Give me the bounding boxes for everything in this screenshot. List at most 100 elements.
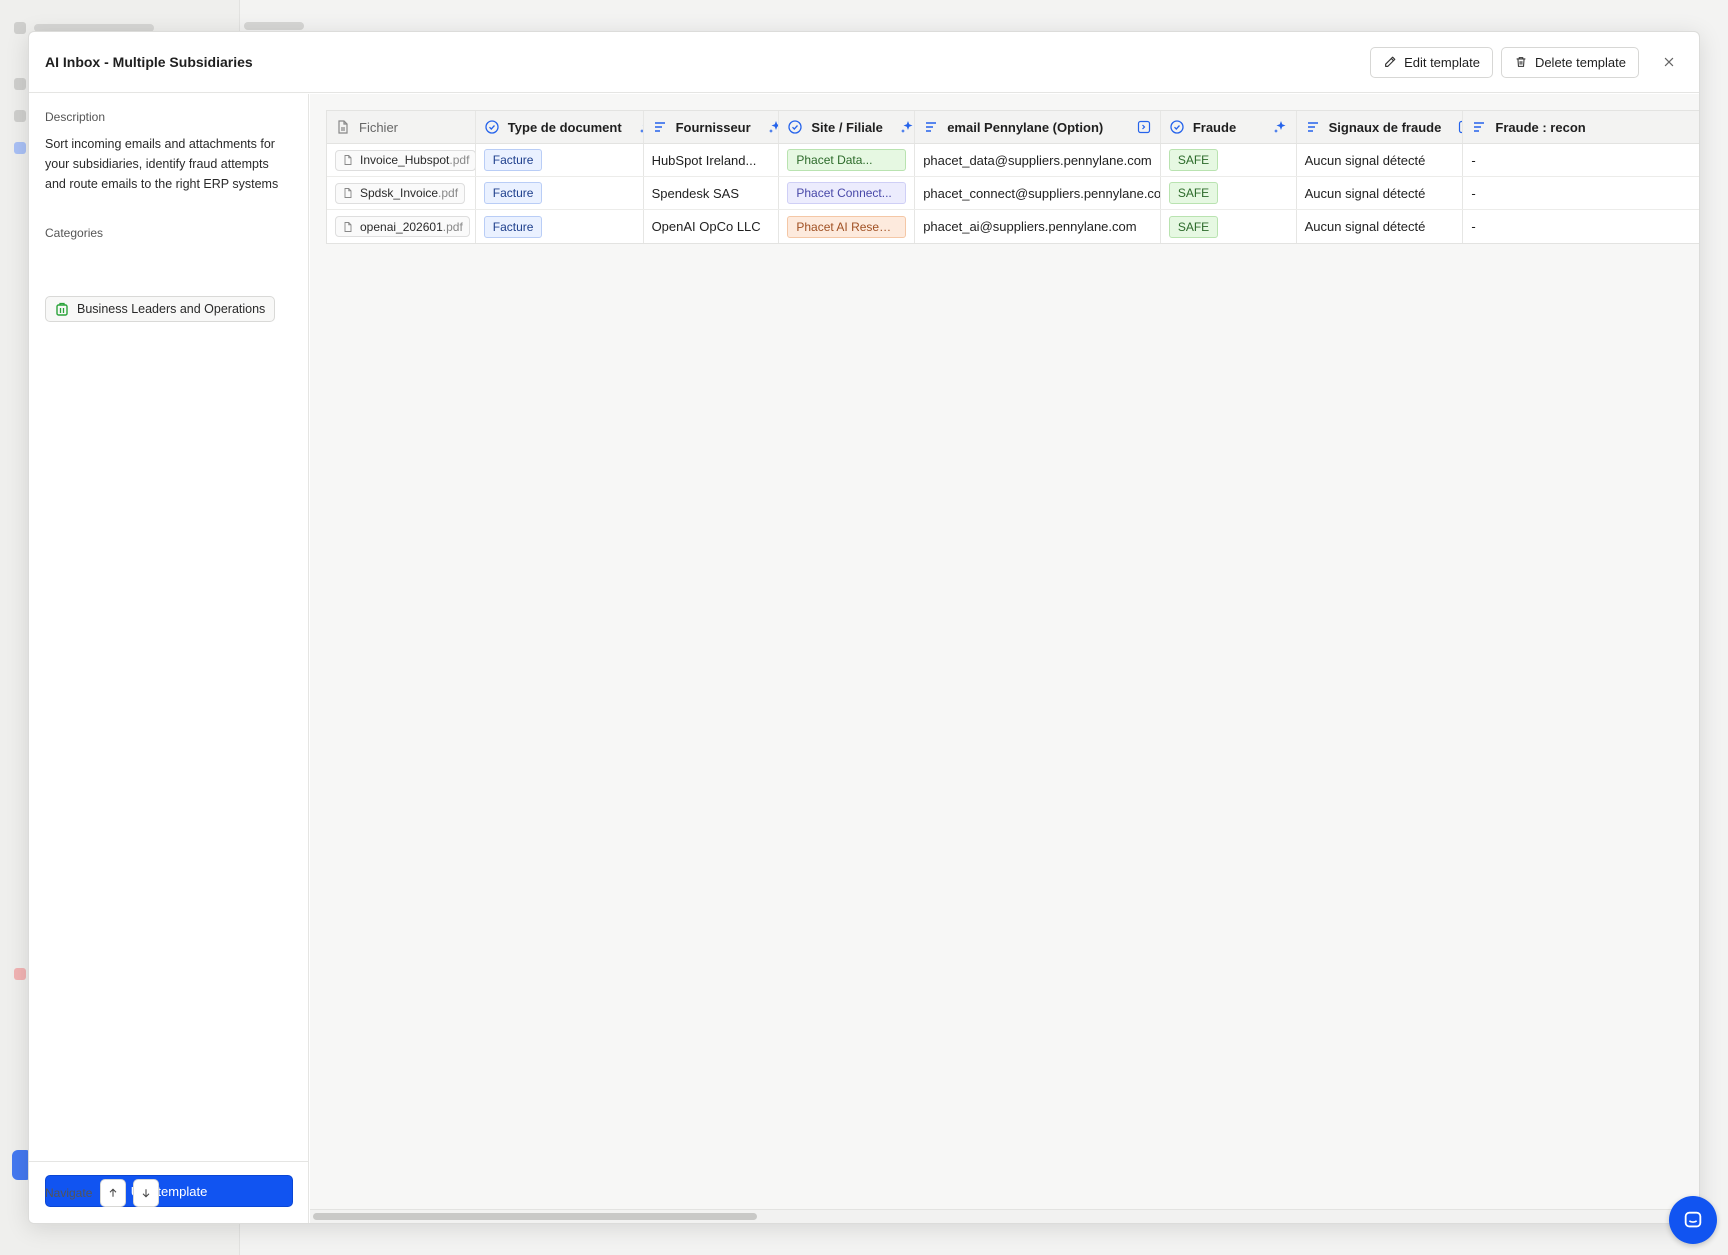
modal-title: AI Inbox - Multiple Subsidiaries xyxy=(45,54,253,70)
cell-recon: - xyxy=(1471,219,1476,234)
column-header-fichier[interactable]: Fichier xyxy=(327,111,476,143)
document-type-badge: Facture xyxy=(483,149,543,171)
cell-file: Spdsk_Invoice.pdf xyxy=(327,177,476,209)
modal-header: AI Inbox - Multiple Subsidiaries Edit te… xyxy=(29,32,1699,93)
sparkle-icon[interactable] xyxy=(1272,119,1288,135)
edit-template-button[interactable]: Edit template xyxy=(1370,46,1493,78)
cell-fraud: SAFE xyxy=(1161,144,1297,176)
fraud-status-badge: SAFE xyxy=(1168,215,1219,238)
column-label: Fraude : recon xyxy=(1495,119,1586,135)
check-circle-icon xyxy=(485,120,499,134)
column-header-email-pennylane[interactable]: email Pennylane (Option) xyxy=(915,111,1161,143)
close-icon xyxy=(1664,57,1674,67)
site-badge: Phacet AI Research... xyxy=(787,215,907,238)
file-icon xyxy=(344,155,352,165)
category-chip: Business Leaders and Operations xyxy=(45,296,276,322)
site-label: Phacet AI Research... xyxy=(796,219,897,234)
cell-supplier: HubSpot Ireland... xyxy=(644,144,780,176)
cell-type: Facture xyxy=(476,177,644,209)
column-header-fournisseur[interactable]: Fournisseur xyxy=(644,111,780,143)
background-line xyxy=(244,22,304,30)
sparkle-icon[interactable] xyxy=(767,119,780,135)
cell-signals: Aucun signal détecté xyxy=(1297,177,1464,209)
delete-template-button[interactable]: Delete template xyxy=(1500,46,1639,78)
header-actions: Edit template Delete template xyxy=(1370,46,1683,78)
text-lines-icon xyxy=(654,122,665,132)
text-lines-icon xyxy=(1307,122,1318,132)
cell-email: phacet_data@suppliers.pennylane.com xyxy=(915,144,1161,176)
file-icon xyxy=(344,188,352,198)
fraud-status-badge: SAFE xyxy=(1168,149,1219,171)
file-chip[interactable]: openai_202601.pdf xyxy=(335,216,470,237)
navigate-up-button[interactable] xyxy=(100,1178,127,1207)
column-label: Type de document xyxy=(507,119,622,135)
edit-template-label: Edit template xyxy=(1404,54,1480,70)
column-label: Site / Filiale xyxy=(811,119,883,135)
file-chip[interactable]: Spdsk_Invoice.pdf xyxy=(335,182,466,204)
preview-table: Fichier Type de document Fournisseur Sit… xyxy=(326,110,1699,244)
column-label: Fichier xyxy=(359,119,399,135)
cell-supplier: Spendesk SAS xyxy=(644,177,780,209)
arrow-up-icon xyxy=(110,1188,117,1197)
building-icon xyxy=(56,302,68,316)
document-type-badge: Facture xyxy=(483,215,543,238)
cell-file: openai_202601.pdf xyxy=(327,210,476,243)
file-extension: .pdf xyxy=(438,186,459,200)
column-header-site-filiale[interactable]: Site / Filiale xyxy=(779,111,916,143)
background-nav-icon xyxy=(14,110,26,122)
file-extension: .pdf xyxy=(442,219,463,234)
column-header-fraude-recon[interactable]: Fraude : recon xyxy=(1463,111,1699,143)
fraud-status-badge: SAFE xyxy=(1168,182,1219,204)
cell-fraud: SAFE xyxy=(1161,210,1297,243)
arrow-down-icon xyxy=(143,1188,150,1197)
file-name: Spdsk_Invoice xyxy=(360,186,439,200)
column-label: Fraude xyxy=(1192,119,1237,135)
table-row[interactable]: openai_202601.pdf Facture OpenAI OpCo LL… xyxy=(327,210,1699,243)
column-label: Fournisseur xyxy=(675,119,751,135)
cell-file: Invoice_Hubspot.pdf xyxy=(327,144,476,176)
background-nav-icon xyxy=(14,968,26,980)
navigate-label: Navigate xyxy=(45,1185,93,1200)
pencil-icon xyxy=(1385,56,1396,67)
horizontal-scrollbar[interactable] xyxy=(310,1209,1699,1223)
cell-type: Facture xyxy=(476,210,644,243)
column-label: Signaux de fraude xyxy=(1328,119,1442,135)
support-chat-button[interactable] xyxy=(1669,1196,1717,1244)
template-details-panel: Description Sort incoming emails and att… xyxy=(29,94,309,1223)
site-label: Phacet Connect... xyxy=(796,186,892,200)
cell-site: Phacet Data... xyxy=(779,144,916,176)
column-header-fraude[interactable]: Fraude xyxy=(1161,111,1297,143)
categories-heading: Categories xyxy=(45,226,104,240)
text-lines-icon xyxy=(1474,122,1485,132)
column-header-type-de-document[interactable]: Type de document xyxy=(476,111,644,143)
file-icon xyxy=(344,221,352,232)
file-name: Invoice_Hubspot xyxy=(360,153,450,167)
description-heading: Description xyxy=(45,110,106,124)
scrollbar-thumb[interactable] xyxy=(313,1213,757,1220)
navigate-row: Navigate xyxy=(29,1161,309,1223)
column-header-signaux-de-fraude[interactable]: Signaux de fraude xyxy=(1297,111,1464,143)
trash-icon xyxy=(1516,57,1526,67)
cell-site: Phacet Connect... xyxy=(779,177,916,209)
description-text: Sort incoming emails and attachments for… xyxy=(45,137,279,191)
document-type-badge: Facture xyxy=(483,182,543,204)
site-badge: Phacet Connect... xyxy=(787,182,907,204)
table-header-row: Fichier Type de document Fournisseur Sit… xyxy=(327,111,1699,144)
code-box-icon[interactable] xyxy=(1136,119,1152,135)
sparkle-icon[interactable] xyxy=(899,119,915,135)
delete-template-label: Delete template xyxy=(1534,54,1626,70)
text-lines-icon xyxy=(926,122,937,132)
table-row[interactable]: Invoice_Hubspot.pdf Facture HubSpot Irel… xyxy=(327,144,1699,177)
table-row[interactable]: Spdsk_Invoice.pdf Facture Spendesk SAS P… xyxy=(327,177,1699,210)
check-circle-icon xyxy=(1170,120,1184,134)
file-chip[interactable]: Invoice_Hubspot.pdf xyxy=(335,149,475,171)
close-button[interactable] xyxy=(1655,48,1683,76)
check-circle-icon xyxy=(788,120,803,134)
template-modal: AI Inbox - Multiple Subsidiaries Edit te… xyxy=(28,31,1700,1224)
background-nav-icon xyxy=(14,78,26,90)
chat-icon xyxy=(1684,1211,1702,1228)
site-label: Phacet Data... xyxy=(796,153,873,167)
cell-site: Phacet AI Research... xyxy=(779,210,916,243)
navigate-down-button[interactable] xyxy=(133,1178,160,1207)
file-extension: .pdf xyxy=(449,153,470,167)
